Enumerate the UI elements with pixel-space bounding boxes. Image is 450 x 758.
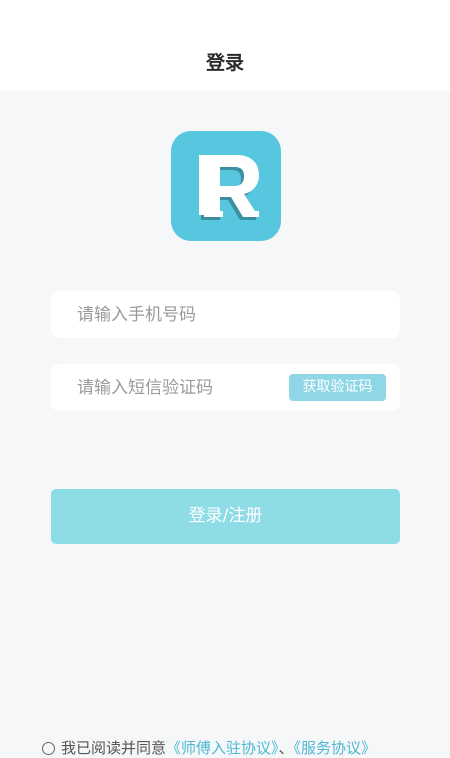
phone-input[interactable] <box>51 291 281 338</box>
header-bar: 登录 <box>0 0 450 91</box>
login-register-button[interactable]: 登录/注册 <box>51 489 400 544</box>
page-title: 登录 <box>205 52 244 74</box>
link-service-agreement[interactable]: 《服务协议》 <box>294 739 377 757</box>
sms-code-input[interactable] <box>51 364 281 411</box>
r-logo-icon <box>171 131 281 241</box>
code-field: 获取验证码 <box>51 364 400 411</box>
phone-field <box>51 291 400 338</box>
agreement-row: 我已阅读并同意《师傅入驻协议》、《服务协议》 <box>42 737 376 757</box>
agreement-text: 我已阅读并同意 <box>61 739 167 757</box>
link-master-agreement[interactable]: 《师傅入驻协议》 <box>166 739 279 757</box>
get-code-button[interactable]: 获取验证码 <box>289 374 386 401</box>
agreement-separator: 、 <box>278 739 294 757</box>
agreement-radio[interactable] <box>42 742 55 755</box>
